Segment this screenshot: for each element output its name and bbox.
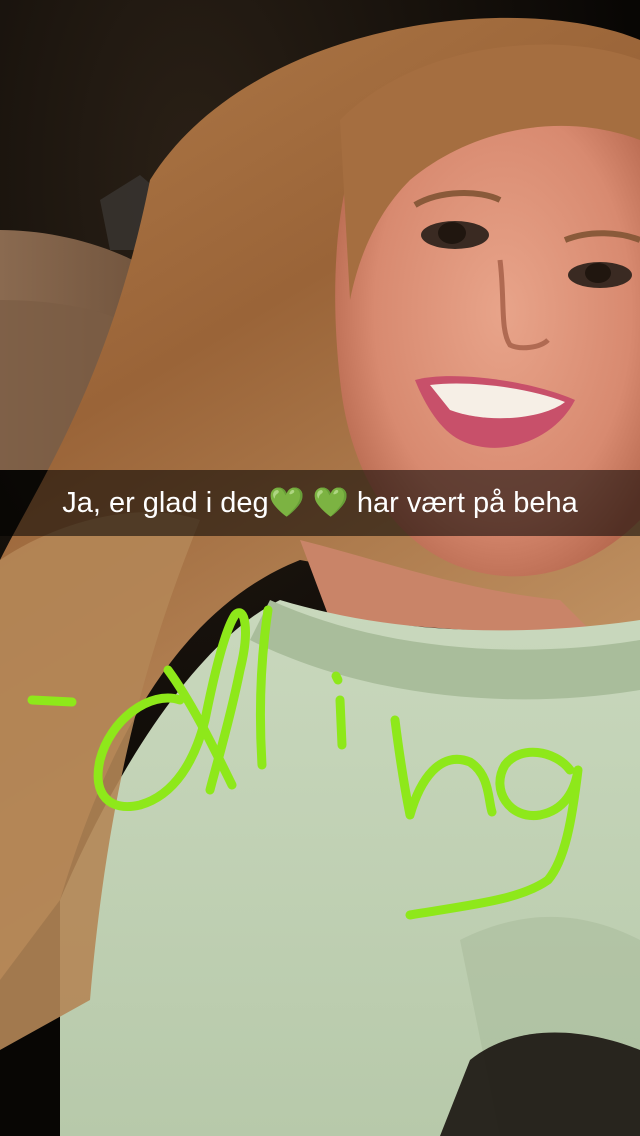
selfie-photo bbox=[0, 0, 640, 1136]
caption-text-after: har vært på beha bbox=[348, 487, 578, 519]
green-heart-icon: 💚 💚 bbox=[268, 487, 349, 519]
caption-bar: Ja, er glad i deg💚 💚 har vært på beha bbox=[0, 470, 640, 536]
snap-view: Ja, er glad i deg💚 💚 har vært på beha bbox=[0, 0, 640, 1136]
caption-text-before: Ja, er glad i deg bbox=[62, 487, 269, 519]
caption-text: Ja, er glad i deg💚 💚 har vært på beha bbox=[62, 486, 578, 520]
